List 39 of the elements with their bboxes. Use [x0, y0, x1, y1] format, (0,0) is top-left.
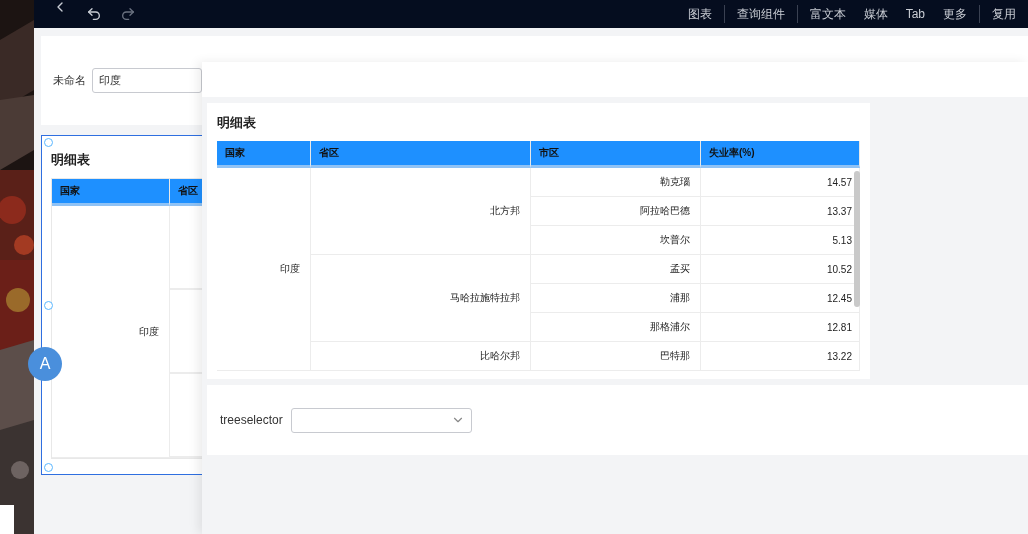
table-cell: 马哈拉施特拉邦: [311, 255, 531, 342]
table-cell: 浦那: [531, 284, 701, 313]
resize-handle[interactable]: [44, 463, 53, 472]
redo-icon[interactable]: [120, 6, 136, 22]
toolbar-menu-item[interactable]: Tab: [905, 7, 925, 21]
column-header: 失业率(%): [701, 141, 860, 168]
column-header: 市区: [531, 141, 701, 168]
toolbar-menu-item[interactable]: 媒体: [863, 5, 888, 23]
table-cell: 13.22: [701, 342, 860, 371]
table-cell: 那格浦尔: [531, 313, 701, 342]
tree-select[interactable]: [290, 407, 472, 433]
resize-handle[interactable]: [44, 138, 53, 147]
table-cell: 北方邦: [311, 168, 531, 255]
table-cell: 12.81: [701, 313, 860, 342]
table-cell: 比哈尔邦: [311, 342, 531, 371]
column-header: 省区: [311, 141, 531, 168]
toolbar-menu-item[interactable]: 查询组件: [736, 5, 785, 23]
table-cell: 孟买: [531, 255, 701, 284]
table-cell: 坎普尔: [531, 226, 701, 255]
filter-label: 未命名: [53, 73, 86, 88]
table-cell: 巴特那: [531, 342, 701, 371]
table-cell: 印度: [52, 206, 170, 458]
column-header: 国家: [217, 141, 311, 168]
column-header: 省区: [170, 179, 202, 206]
undo-icon[interactable]: [86, 6, 102, 22]
toolbar-menu-item[interactable]: 图表: [687, 5, 712, 23]
toolbar-menu-item[interactable]: 更多: [943, 5, 967, 23]
treeselector-label: treeselector: [220, 413, 283, 427]
toolbar-menu-item[interactable]: 富文本: [809, 5, 846, 23]
table-cell: 阿拉哈巴德: [531, 197, 701, 226]
table-title: 明细表: [51, 152, 90, 168]
table-cell: 勒克瑙: [531, 168, 701, 197]
toolbar-menu-item[interactable]: 复用: [992, 5, 1016, 23]
table-cell: 印度: [217, 168, 311, 371]
column-header: 国家: [52, 179, 170, 206]
table-title: 明细表: [217, 115, 256, 131]
filter-input[interactable]: 印度: [92, 68, 202, 93]
corner-patch: [0, 505, 14, 534]
scrollbar[interactable]: [854, 171, 860, 307]
